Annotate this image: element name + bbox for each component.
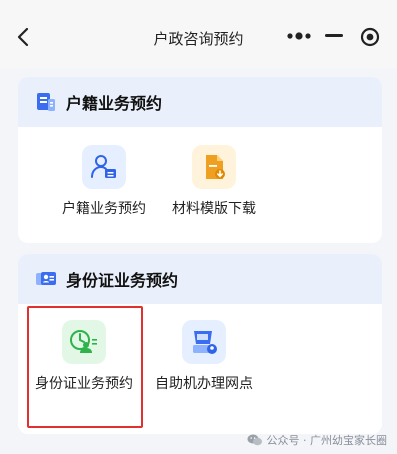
household-section-card: 户籍业务预约 户籍业务预约 材料模版下载 <box>18 77 382 243</box>
watermark-text: 公众号 · 广州幼宝家长圈 <box>266 434 388 447</box>
document-download-icon <box>206 155 225 179</box>
close-button[interactable] <box>358 25 382 49</box>
person-card-icon <box>91 155 116 178</box>
tile-household-appointment[interactable]: 户籍业务预约 <box>44 145 164 219</box>
minimize-button[interactable] <box>322 28 346 44</box>
more-button[interactable] <box>284 28 314 44</box>
navigation-bar: 户政咨询预约 <box>0 0 397 68</box>
tile-icon-wrap <box>82 145 126 189</box>
target-close-icon <box>360 27 380 47</box>
tile-label: 自助机办理网点 <box>155 376 253 392</box>
tile-label: 户籍业务预约 <box>62 201 146 217</box>
section-header: 户籍业务预约 <box>18 77 382 127</box>
minimize-icon <box>325 34 343 37</box>
section-title: 身份证业务预约 <box>66 271 179 290</box>
section-header: 身份证业务预约 <box>18 254 382 304</box>
self-service-kiosk-icon <box>193 331 217 354</box>
tile-icon-wrap <box>182 320 226 364</box>
household-register-icon <box>37 93 55 111</box>
section-title: 户籍业务预约 <box>66 94 163 113</box>
tile-material-template-download[interactable]: 材料模版下载 <box>154 145 274 219</box>
watermark: 公众号 · 广州幼宝家长圈 <box>247 432 388 448</box>
wechat-icon <box>247 434 262 446</box>
highlight-box <box>27 306 143 428</box>
id-card-section-icon <box>36 272 56 285</box>
tile-self-service-kiosk-locations[interactable]: 自助机办理网点 <box>144 320 264 394</box>
tile-icon-wrap <box>192 145 236 189</box>
tile-label: 材料模版下载 <box>172 201 256 217</box>
more-dots-icon <box>287 32 311 40</box>
